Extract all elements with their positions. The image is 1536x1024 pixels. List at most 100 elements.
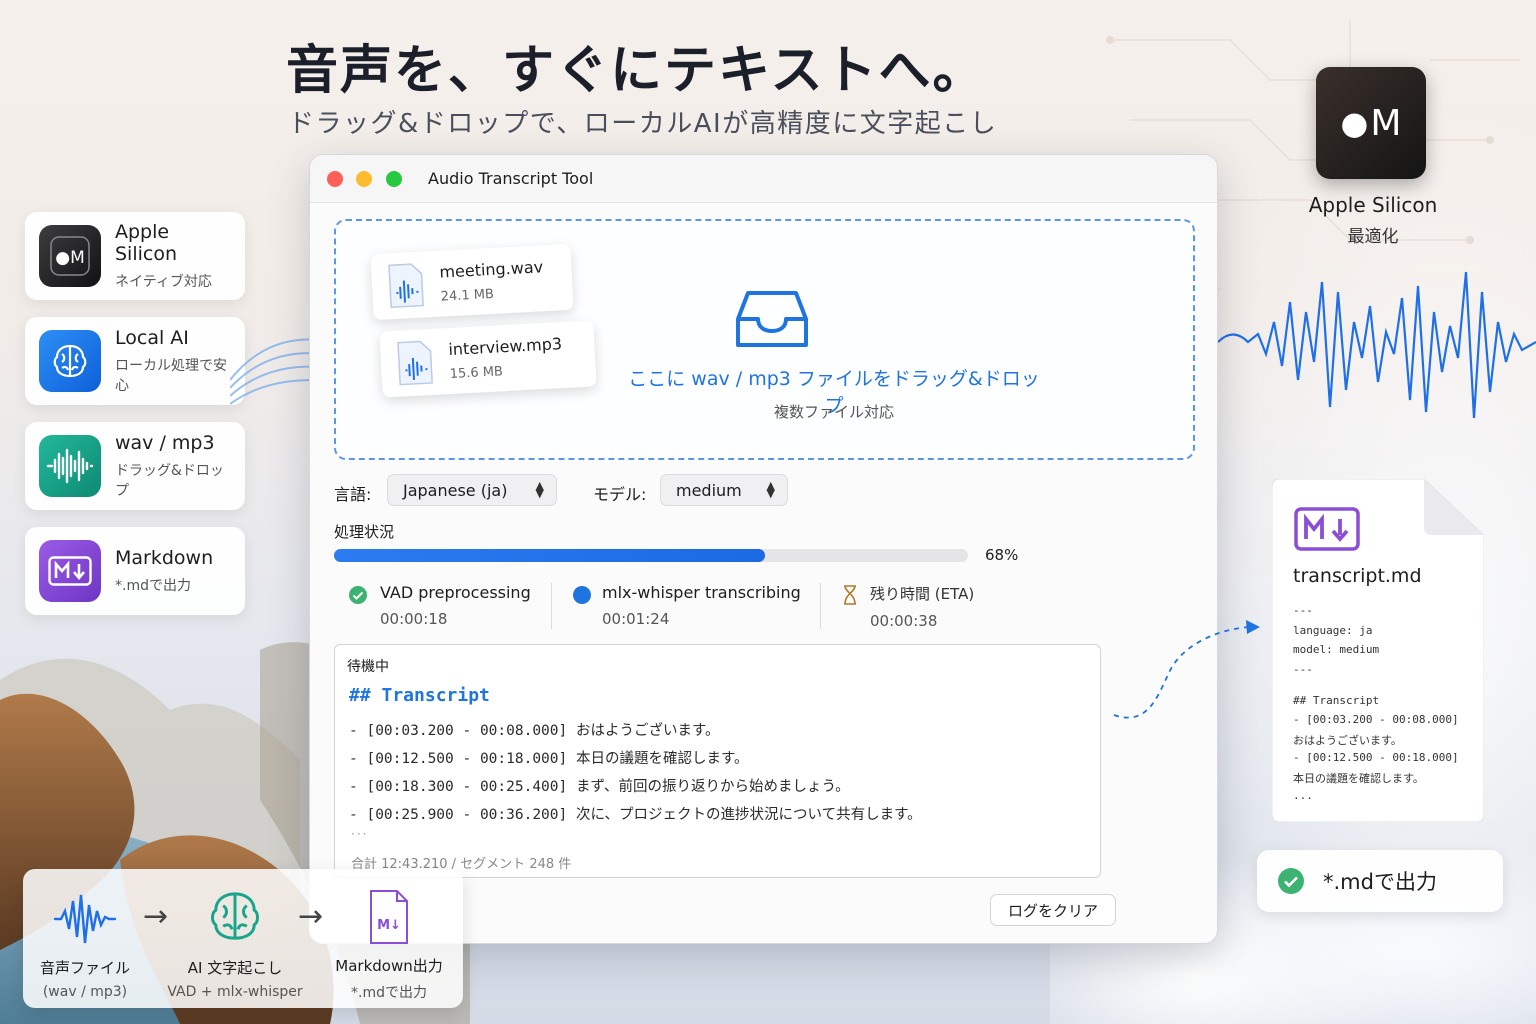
hourglass-icon — [844, 585, 856, 605]
pipeline-title: Markdown出力 — [335, 957, 443, 975]
divider — [551, 583, 552, 629]
log-ellipsis: ··· — [351, 827, 369, 841]
log-heading: ## Transcript — [349, 685, 490, 706]
document-line: - [00:03.200 - 00:08.000] — [1293, 713, 1459, 726]
document-line: --- — [1293, 604, 1313, 617]
feature-card-local-ai: Local AI ローカル処理で安心 — [25, 317, 245, 405]
log-line: - [00:12.500 - 00:18.000] 本日の議題を確認します。 — [349, 751, 749, 767]
hero-title: 音声を、すぐにテキストへ。 — [286, 41, 987, 101]
waveform-icon — [39, 435, 101, 497]
pipeline-title: AI 文字起こし — [187, 959, 283, 977]
chip-sublabel: 最適化 — [1347, 227, 1399, 247]
title-bar: Audio Transcript Tool — [310, 155, 1217, 203]
md-output-badge: *.mdで出力 — [1257, 850, 1503, 912]
feature-title: Local AI — [115, 327, 189, 349]
drop-subtext: 複数ファイル対応 — [773, 403, 894, 421]
window-title: Audio Transcript Tool — [428, 169, 594, 188]
feature-title: wav / mp3 — [115, 432, 215, 454]
apple-silicon-chip-icon: ● M — [1316, 67, 1426, 179]
export-arrow — [1113, 620, 1260, 719]
log-line: - [00:03.200 - 00:08.000] おはようございます。 — [349, 723, 720, 739]
divider — [820, 583, 821, 629]
pipeline-step-ai: AI 文字起こし VAD + mlx-whisper — [165, 885, 305, 1000]
language-value: Japanese (ja) — [403, 480, 508, 500]
chevron-updown-icon: ▲ ▼ — [535, 479, 544, 500]
zoom-button[interactable] — [386, 171, 402, 187]
log-state: 待機中 — [347, 659, 389, 675]
close-button[interactable] — [327, 171, 343, 187]
inbox-tray-icon — [736, 291, 808, 347]
markdown-icon — [39, 540, 101, 602]
feature-card-apple-silicon: ●M Apple Silicon ネイティブ対応 — [25, 212, 245, 300]
file-size: 24.1 MB — [440, 286, 495, 305]
feature-card-markdown: Markdown *.mdで出力 — [25, 527, 245, 615]
status-heading: 処理状況 — [334, 523, 395, 541]
feature-title: Markdown — [115, 547, 214, 569]
dragged-file-card[interactable]: interview.mp3 15.6 MB — [379, 320, 597, 398]
document-line: ... — [1293, 789, 1313, 802]
markdown-document-preview: transcript.md --- language: ja model: me… — [1272, 479, 1484, 822]
document-line: --- — [1293, 663, 1313, 676]
document-line: model: medium — [1293, 643, 1380, 656]
log-line: - [00:18.300 - 00:25.400] まず、前回の振り返りから始め… — [349, 779, 850, 795]
feature-card-wav-mp3: wav / mp3 ドラッグ&ドロップ — [25, 422, 245, 510]
pipeline-step-audio: 音声ファイル (wav / mp3) — [15, 891, 155, 1000]
audio-waveform-decoration — [1218, 271, 1536, 419]
step-time: 00:00:38 — [870, 612, 938, 630]
document-line: おはようございます。 — [1293, 734, 1402, 747]
svg-text:M↓: M↓ — [377, 918, 401, 933]
language-select[interactable]: Japanese (ja) ▲ ▼ — [387, 474, 557, 506]
pipeline-subtitle: (wav / mp3) — [42, 984, 128, 1000]
document-line: - [00:12.500 - 00:18.000] — [1293, 751, 1459, 764]
app-window: Audio Transcript Tool ここに wav / mp3 ファイル… — [309, 154, 1218, 944]
apple-m-chip-icon: ●M — [39, 225, 101, 287]
dragged-file-card[interactable]: meeting.wav 24.1 MB — [370, 243, 574, 321]
brain-icon — [211, 892, 259, 940]
document-line: language: ja — [1293, 624, 1373, 637]
document-line: 本日の議題を確認します。 — [1293, 772, 1424, 785]
feature-subtitle: ローカル処理で安心 — [115, 358, 227, 394]
audio-file-icon — [397, 340, 433, 386]
waveform-icon — [53, 894, 117, 944]
step-time: 00:01:24 — [602, 610, 670, 628]
brain-icon — [39, 330, 101, 392]
check-circle-icon — [349, 586, 367, 604]
model-select[interactable]: medium ▲ ▼ — [660, 474, 788, 506]
feature-subtitle: ネイティブ対応 — [115, 274, 212, 290]
clear-log-button[interactable]: ログをクリア — [990, 894, 1116, 926]
pipeline-step-markdown: M↓ Markdown出力 *.mdで出力 — [319, 889, 459, 1002]
status-step-eta: 残り時間 (ETA) 00:00:38 — [842, 583, 974, 630]
file-size: 15.6 MB — [449, 364, 504, 383]
feature-subtitle: ドラッグ&ドロップ — [115, 463, 224, 499]
step-time: 00:00:18 — [380, 610, 448, 628]
document-filename: transcript.md — [1293, 565, 1422, 587]
status-step-whisper: mlx-whisper transcribing 00:01:24 — [572, 583, 801, 628]
svg-text:●M: ●M — [55, 248, 85, 268]
active-dot-icon — [573, 586, 591, 604]
file-name: interview.mp3 — [447, 334, 563, 360]
pipeline-subtitle: VAD + mlx-whisper — [167, 984, 303, 1000]
step-name: VAD preprocessing — [380, 583, 531, 602]
status-step-vad: VAD preprocessing 00:00:18 — [348, 583, 531, 628]
markdown-icon — [1294, 507, 1360, 551]
chip-label: Apple Silicon — [1308, 193, 1438, 217]
transcript-log[interactable]: 待機中 ## Transcript - [00:03.200 - 00:08.0… — [334, 644, 1101, 878]
audio-file-icon — [388, 263, 424, 309]
progress-bar — [334, 549, 968, 562]
pipeline-panel: 音声ファイル (wav / mp3) → AI 文字起こし VAD + mlx-… — [23, 869, 463, 1008]
feature-title: Apple Silicon — [115, 221, 178, 265]
md-output-label: *.mdで出力 — [1323, 870, 1437, 894]
step-name: 残り時間 (ETA) — [870, 585, 975, 603]
feature-subtitle: *.mdで出力 — [115, 578, 191, 594]
pipeline-title: 音声ファイル — [39, 959, 130, 977]
chip-badge: M — [1370, 102, 1402, 144]
file-name: meeting.wav — [438, 257, 544, 282]
minimize-button[interactable] — [356, 171, 372, 187]
progress-fill — [334, 549, 766, 562]
chevron-updown-icon: ▲ ▼ — [766, 479, 775, 500]
model-value: medium — [676, 480, 742, 500]
progress-percent: 68% — [985, 546, 1019, 564]
markdown-file-icon: M↓ — [370, 890, 408, 944]
check-circle-icon — [1278, 868, 1304, 894]
step-name: mlx-whisper transcribing — [602, 583, 801, 602]
